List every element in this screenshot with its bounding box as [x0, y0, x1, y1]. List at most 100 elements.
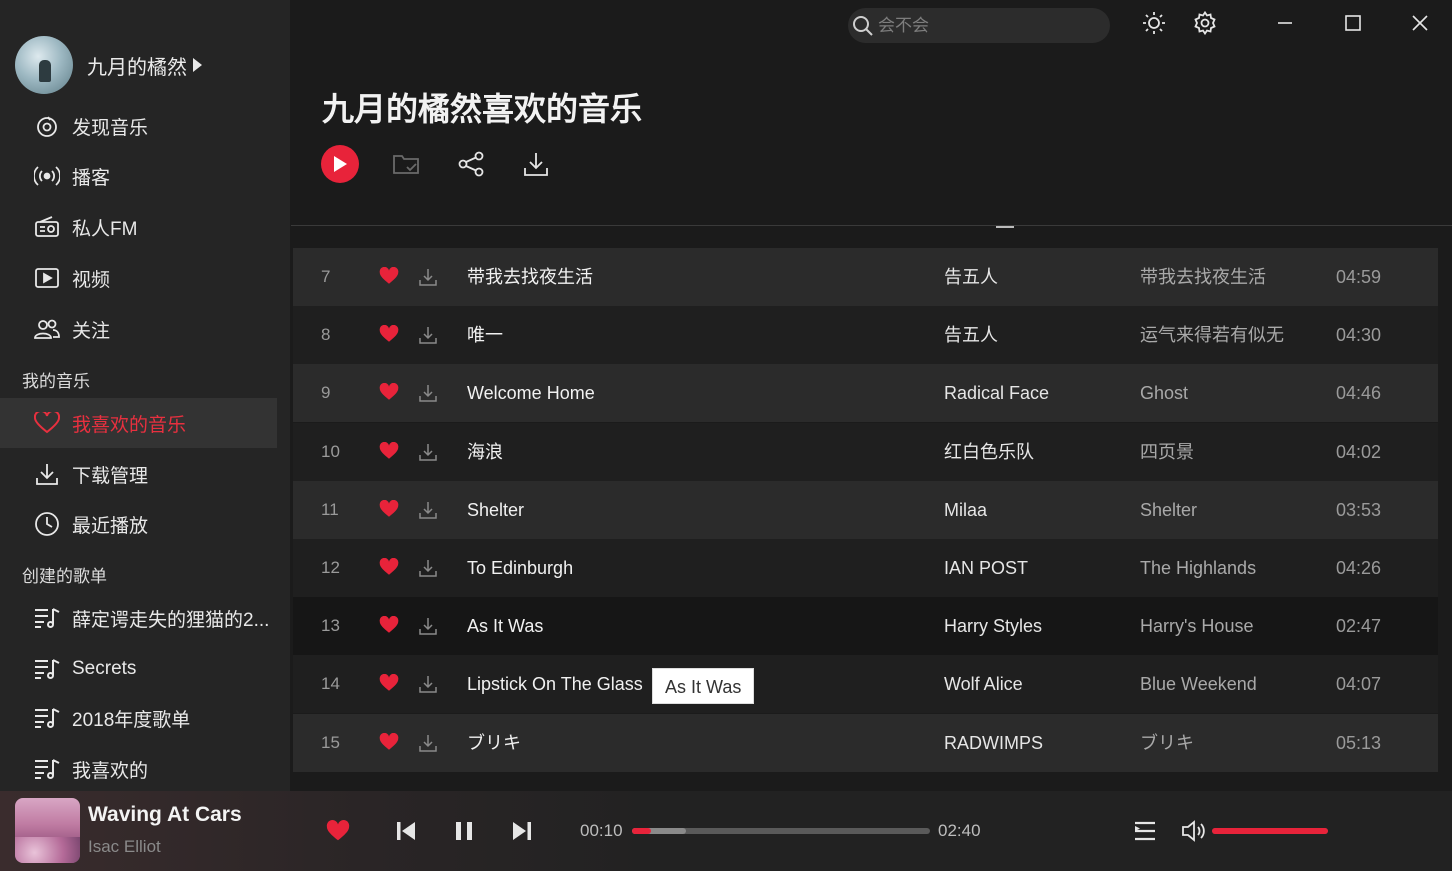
table-row[interactable]: 8 唯一 告五人 运气来得若有似无 04:30: [293, 306, 1438, 364]
maximize-button[interactable]: [1338, 8, 1368, 38]
nav-item-video[interactable]: 视频: [0, 253, 277, 303]
download-icon[interactable]: [418, 267, 438, 287]
table-row[interactable]: 9 Welcome Home Radical Face Ghost 04:46: [293, 364, 1438, 422]
playlist-queue-button[interactable]: [1131, 817, 1159, 845]
download-all-button[interactable]: [517, 145, 555, 183]
track-title[interactable]: As It Was: [467, 597, 543, 655]
track-title[interactable]: ブリキ: [467, 714, 521, 772]
search-input[interactable]: [878, 15, 1078, 36]
track-title[interactable]: 带我去找夜生活: [467, 248, 593, 306]
avatar[interactable]: [15, 36, 73, 94]
sidebar-playlist-item[interactable]: Secrets: [0, 644, 277, 694]
download-icon[interactable]: [418, 733, 438, 753]
track-title[interactable]: 海浪: [467, 423, 503, 481]
download-icon[interactable]: [418, 500, 438, 520]
track-artist[interactable]: 告五人: [944, 306, 998, 364]
volume-slider[interactable]: [1212, 828, 1328, 834]
nav-item-podcast[interactable]: 播客: [0, 151, 277, 201]
track-artist[interactable]: 红白色乐队: [944, 423, 1034, 481]
collect-button[interactable]: [387, 145, 425, 183]
minimize-button[interactable]: [1270, 8, 1300, 38]
download-icon[interactable]: [418, 325, 438, 345]
player-bar: Waving At Cars Isac Elliot 00:10 02:40: [0, 791, 1452, 871]
volume-button[interactable]: [1180, 817, 1208, 845]
now-playing-title[interactable]: Waving At Cars: [88, 803, 242, 827]
nav-item-downloads[interactable]: 下载管理: [0, 449, 277, 499]
like-button[interactable]: [324, 817, 352, 845]
track-title[interactable]: Lipstick On The Glass: [467, 655, 643, 713]
sidebar-playlist-item[interactable]: 我喜欢的: [0, 744, 277, 794]
table-row[interactable]: 11 Shelter Milaa Shelter 03:53: [293, 481, 1438, 539]
volume-icon: [1181, 820, 1207, 842]
play-all-button[interactable]: [321, 145, 359, 183]
track-artist[interactable]: 告五人: [944, 248, 998, 306]
minimize-icon: [1276, 14, 1294, 32]
table-row[interactable]: 13 As It Was Harry Styles Harry's House 02:4…: [293, 597, 1438, 655]
close-button[interactable]: [1405, 8, 1435, 38]
track-album[interactable]: 运气来得若有似无: [1140, 306, 1284, 364]
nav-item-follow[interactable]: 关注: [0, 304, 277, 354]
download-icon[interactable]: [418, 442, 438, 462]
nav-item-fm[interactable]: 私人FM: [0, 202, 277, 252]
download-icon[interactable]: [418, 383, 438, 403]
share-button[interactable]: [452, 145, 490, 183]
track-artist[interactable]: Milaa: [944, 481, 987, 539]
download-icon[interactable]: [418, 558, 438, 578]
sidebar: 九月的橘然 发现音乐 播客 私人FM 视频 关注 我的音乐 我喜欢的音乐 下载管…: [0, 0, 290, 791]
close-icon: [1411, 14, 1429, 32]
track-album[interactable]: Ghost: [1140, 364, 1188, 422]
caret-right-icon[interactable]: [193, 58, 202, 72]
track-album[interactable]: Shelter: [1140, 481, 1197, 539]
search-icon[interactable]: [852, 15, 874, 37]
track-title[interactable]: Shelter: [467, 481, 524, 539]
previous-button[interactable]: [392, 817, 420, 845]
track-artist[interactable]: Radical Face: [944, 364, 1049, 422]
track-artist[interactable]: RADWIMPS: [944, 714, 1043, 772]
track-album[interactable]: 带我去找夜生活: [1140, 248, 1266, 306]
download-icon[interactable]: [418, 616, 438, 636]
table-row[interactable]: 12 To Edinburgh IAN POST The Highlands 04:26: [293, 539, 1438, 597]
settings-button[interactable]: [1190, 8, 1220, 38]
heart-icon[interactable]: [379, 616, 399, 636]
nav-item-recent[interactable]: 最近播放: [0, 499, 277, 549]
heart-icon[interactable]: [379, 674, 399, 694]
sidebar-playlist-item[interactable]: 2018年度歌单: [0, 693, 277, 743]
heart-icon[interactable]: [379, 500, 399, 520]
theme-toggle-button[interactable]: [1139, 8, 1169, 38]
nav-item-discover[interactable]: 发现音乐: [0, 101, 277, 151]
table-row[interactable]: 14 Lipstick On The Glass Wolf Alice Blue We…: [293, 655, 1438, 713]
track-album[interactable]: Harry's House: [1140, 597, 1253, 655]
nav-item-liked-music[interactable]: 我喜欢的音乐: [0, 398, 277, 448]
table-row[interactable]: 7 带我去找夜生活 告五人 带我去找夜生活 04:59: [293, 248, 1438, 306]
track-album[interactable]: The Highlands: [1140, 539, 1256, 597]
album-cover[interactable]: [15, 798, 80, 863]
table-row[interactable]: 10 海浪 红白色乐队 四页景 04:02: [293, 423, 1438, 481]
track-artist[interactable]: Wolf Alice: [944, 655, 1023, 713]
track-title[interactable]: To Edinburgh: [467, 539, 573, 597]
track-artist[interactable]: IAN POST: [944, 539, 1028, 597]
next-button[interactable]: [508, 817, 536, 845]
download-icon[interactable]: [418, 674, 438, 694]
user-name[interactable]: 九月的橘然: [87, 51, 187, 80]
table-row[interactable]: 15 ブリキ RADWIMPS ブリキ 05:13: [293, 714, 1438, 772]
now-playing-artist[interactable]: Isac Elliot: [88, 837, 161, 857]
heart-icon[interactable]: [379, 325, 399, 345]
track-title[interactable]: Welcome Home: [467, 364, 595, 422]
track-artist[interactable]: Harry Styles: [944, 597, 1042, 655]
heart-icon[interactable]: [379, 558, 399, 578]
track-number: 15: [321, 733, 340, 752]
search-box[interactable]: [848, 8, 1110, 43]
sidebar-playlist-item[interactable]: 薛定谔走失的狸猫的2...: [0, 593, 277, 643]
track-title[interactable]: 唯一: [467, 306, 503, 364]
user-profile[interactable]: 九月的橘然: [15, 36, 202, 94]
track-album[interactable]: 四页景: [1140, 423, 1194, 481]
progress-bar[interactable]: [632, 828, 930, 834]
heart-icon[interactable]: [379, 267, 399, 287]
track-album[interactable]: ブリキ: [1140, 714, 1194, 772]
heart-icon[interactable]: [379, 442, 399, 462]
pause-button[interactable]: [450, 817, 478, 845]
heart-icon[interactable]: [379, 733, 399, 753]
heart-icon[interactable]: [379, 383, 399, 403]
track-album[interactable]: Blue Weekend: [1140, 655, 1257, 713]
section-title-my-music: 我的音乐: [22, 372, 90, 391]
